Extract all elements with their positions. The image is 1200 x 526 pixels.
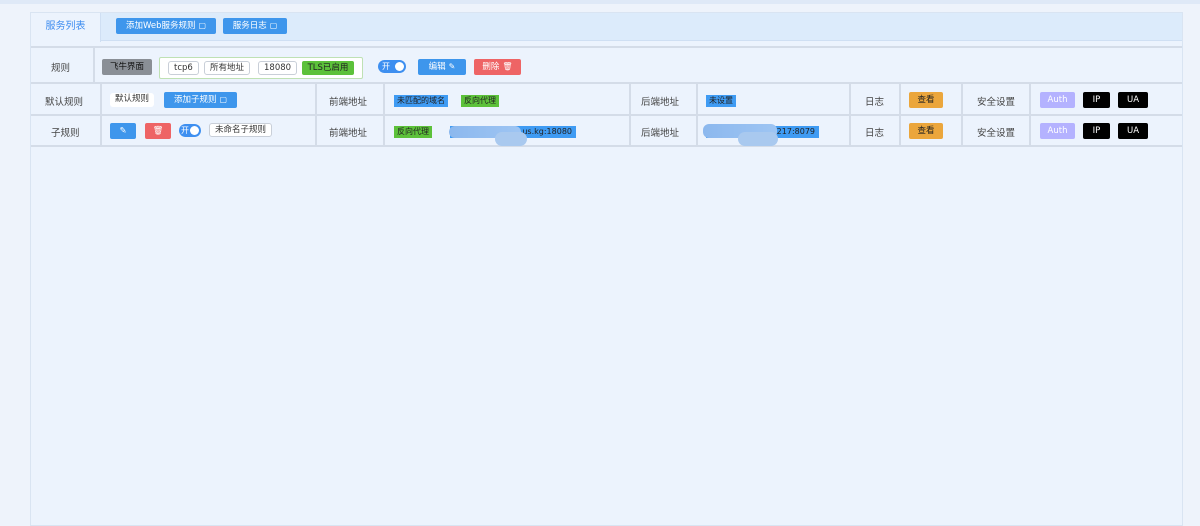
backend-label: 后端地址 [641, 128, 680, 139]
rule-protocol-box: tcp6 所有地址 18080 TLS已启用 [159, 57, 363, 79]
sub-backend-label-cell: 后端地址 [631, 116, 698, 145]
edit-icon: ✎ [119, 126, 127, 136]
reverse-proxy-tag: 反向代理 [394, 126, 432, 138]
rule-name-button[interactable]: 飞牛界面 [102, 59, 152, 75]
sub-log-label-cell: 日志 [851, 116, 901, 145]
add-sub-label: 添加子规则 [173, 95, 217, 105]
sub-frontend-value-cell: 反向代理 us.kg:18080 [385, 116, 631, 146]
default-rule-name: 默认规则 [110, 93, 155, 107]
view-log-button[interactable]: 查看 [909, 123, 943, 139]
doc-icon: ▢ [219, 95, 228, 104]
default-name-cell: 默认规则 添加子规则 ▢ [102, 84, 317, 114]
tab-bar: 服务列表 添加Web服务规则 ▢ 服务日志 ▢ [31, 13, 1182, 42]
delete-sub-rule-button[interactable]: 🗑 [145, 123, 171, 139]
ip-button[interactable]: IP [1083, 123, 1110, 139]
backend-label-cell: 后端地址 [631, 84, 698, 114]
sub-label-cell: 子规则 [31, 116, 102, 145]
sub-security-label-cell: 安全设置 [963, 116, 1031, 145]
sub-rule-label: 子规则 [51, 128, 80, 139]
sub-rule-row: 子规则 ✎ 🗑 开 未命名子规则 前端地址 反向代理 us.kg:18080 后… [31, 116, 1182, 147]
tab-service-list[interactable]: 服务列表 [31, 13, 101, 42]
reverse-proxy-tag: 反向代理 [461, 95, 499, 107]
sub-frontend-label-cell: 前端地址 [317, 116, 385, 145]
delete-label: 删除 [482, 62, 500, 72]
rule-enable-toggle[interactable]: 开 [378, 60, 406, 73]
port-chip: 18080 [258, 61, 298, 75]
security-label: 安全设置 [977, 128, 1016, 139]
view-log-button[interactable]: 查看 [909, 92, 943, 108]
security-label: 安全设置 [977, 97, 1016, 108]
delete-rule-button[interactable]: 删除 🗑 [474, 59, 521, 75]
ua-button[interactable]: UA [1118, 123, 1148, 139]
log-label-cell: 日志 [851, 84, 901, 114]
log-label: 日志 [865, 128, 885, 139]
default-label-cell: 默认规则 [31, 84, 102, 114]
trash-icon: 🗑 [152, 126, 164, 136]
toggle-knob [190, 126, 199, 135]
doc-icon: ▢ [198, 21, 207, 30]
unmatched-domain-tag: 未匹配的域名 [394, 95, 448, 107]
service-panel: 服务列表 添加Web服务规则 ▢ 服务日志 ▢ 规则 飞牛界面 tcp6 所有地址 … [30, 12, 1183, 526]
rule-label-cell: 规则 [31, 48, 95, 82]
add-sub-rule-button[interactable]: 添加子规则 ▢ [164, 92, 237, 108]
backend-unset-tag: 未设置 [706, 95, 736, 107]
auth-button[interactable]: Auth [1040, 123, 1075, 139]
frontend-label: 前端地址 [329, 128, 368, 139]
redacted-blur [738, 132, 778, 146]
toggle-knob [395, 62, 404, 71]
sub-log-button-cell: 查看 [901, 116, 963, 145]
log-label: 日志 [865, 97, 885, 108]
add-web-rule-label: 添加Web服务规则 [125, 21, 196, 31]
trash-icon: 🗑 [502, 62, 513, 71]
service-log-label: 服务日志 [232, 21, 267, 31]
default-rule-label: 默认规则 [45, 97, 84, 108]
backend-value-cell: 未设置 [698, 84, 851, 114]
log-button-cell: 查看 [901, 84, 963, 114]
rule-label: 规则 [51, 63, 71, 74]
frontend-label-cell: 前端地址 [317, 84, 385, 114]
rule-header-row: 规则 飞牛界面 tcp6 所有地址 18080 TLS已启用 开 编辑 ✎ 删除 🗑 [31, 46, 1182, 84]
edit-sub-rule-button[interactable]: ✎ [110, 123, 136, 139]
ua-button[interactable]: UA [1118, 92, 1148, 108]
toggle-text: 开 [181, 126, 189, 135]
protocol-chip: tcp6 [168, 61, 199, 75]
edit-icon: ✎ [448, 62, 456, 71]
service-log-button[interactable]: 服务日志 ▢ [223, 18, 287, 34]
frontend-label: 前端地址 [329, 97, 368, 108]
tls-badge: TLS已启用 [302, 61, 354, 75]
sub-rule-name-chip: 未命名子规则 [209, 123, 273, 137]
redacted-blur [495, 132, 527, 146]
security-label-cell: 安全设置 [963, 84, 1031, 114]
ip-button[interactable]: IP [1083, 92, 1110, 108]
sub-backend-value-cell: 217:8079 [698, 116, 851, 146]
default-rule-row: 默认规则 默认规则 添加子规则 ▢ 前端地址 未匹配的域名 反向代理 后端地址 未… [31, 84, 1182, 116]
address-chip: 所有地址 [204, 61, 251, 75]
edit-rule-button[interactable]: 编辑 ✎ [418, 59, 466, 75]
edit-label: 编辑 [428, 62, 446, 72]
backend-label: 后端地址 [641, 97, 680, 108]
sub-rule-toggle[interactable]: 开 [179, 124, 201, 137]
auth-button[interactable]: Auth [1040, 92, 1075, 108]
frontend-value-cell: 未匹配的域名 反向代理 [385, 84, 631, 114]
sub-controls-cell: ✎ 🗑 开 未命名子规则 [102, 116, 317, 145]
add-web-rule-button[interactable]: 添加Web服务规则 ▢ [116, 18, 216, 34]
doc-icon: ▢ [269, 21, 278, 30]
top-strip [0, 0, 1200, 4]
toggle-text: 开 [382, 62, 390, 71]
